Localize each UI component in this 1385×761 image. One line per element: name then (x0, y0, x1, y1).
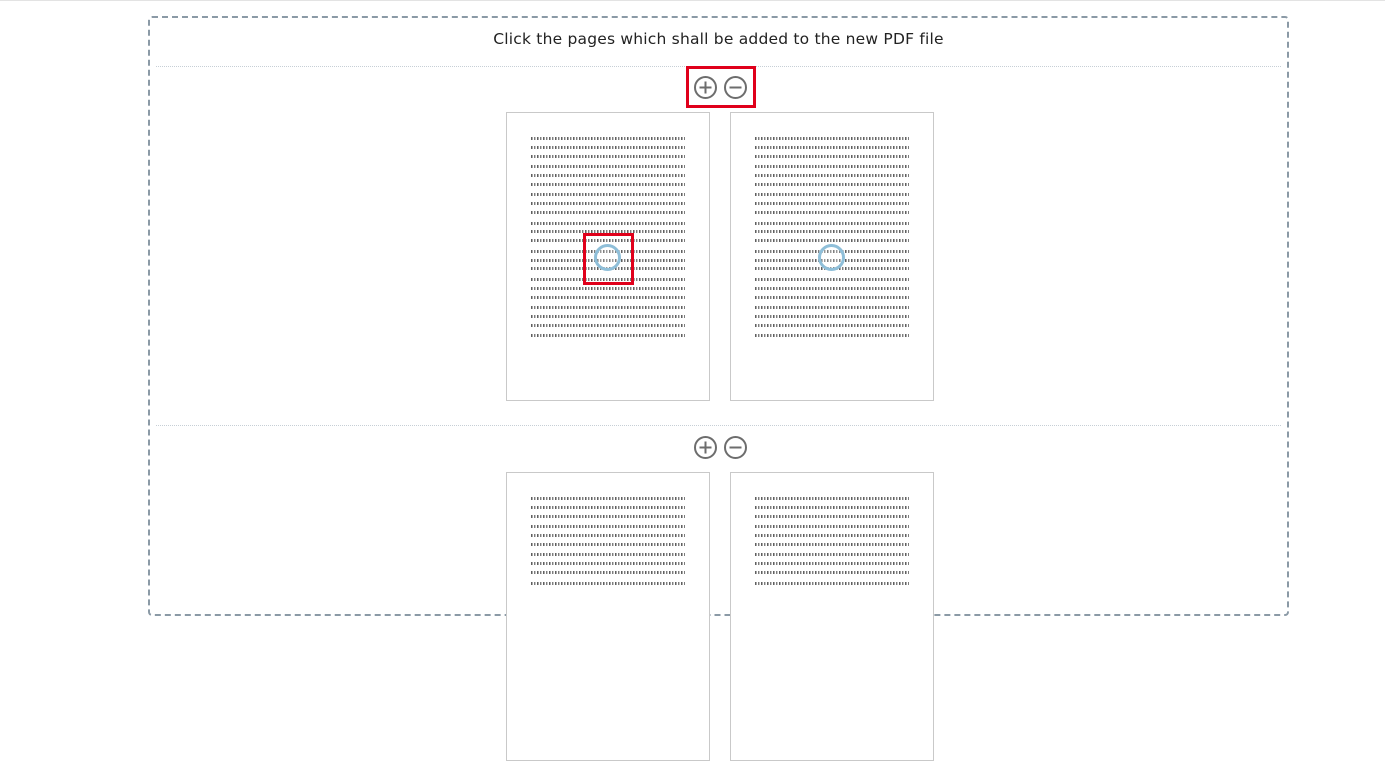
page-content (531, 497, 685, 590)
page-thumbnail-4[interactable] (730, 472, 934, 761)
minus-circle-icon (729, 86, 742, 89)
section-separator (156, 66, 1281, 67)
zoom-controls-doc-2 (694, 436, 747, 459)
top-divider (0, 0, 1385, 1)
plus-circle-icon (699, 81, 712, 94)
loading-spinner-icon (818, 244, 845, 271)
section-separator (156, 425, 1281, 426)
zoom-in-button[interactable] (694, 436, 717, 459)
zoom-out-button[interactable] (724, 76, 747, 99)
zoom-out-button[interactable] (724, 436, 747, 459)
page-content (755, 497, 909, 590)
page-content (531, 137, 685, 343)
page-content (755, 137, 909, 343)
zoom-controls-doc-1 (694, 76, 747, 99)
instruction-text: Click the pages which shall be added to … (493, 30, 944, 48)
zoom-in-button[interactable] (694, 76, 717, 99)
loading-spinner-icon (594, 244, 621, 271)
pdf-page-selector-panel[interactable]: Click the pages which shall be added to … (148, 16, 1289, 761)
plus-circle-icon (699, 441, 712, 454)
page-thumbnail-3[interactable] (506, 472, 710, 761)
minus-circle-icon (729, 446, 742, 449)
page-thumbnail-1[interactable] (506, 112, 710, 401)
page-thumbnail-2[interactable] (730, 112, 934, 401)
